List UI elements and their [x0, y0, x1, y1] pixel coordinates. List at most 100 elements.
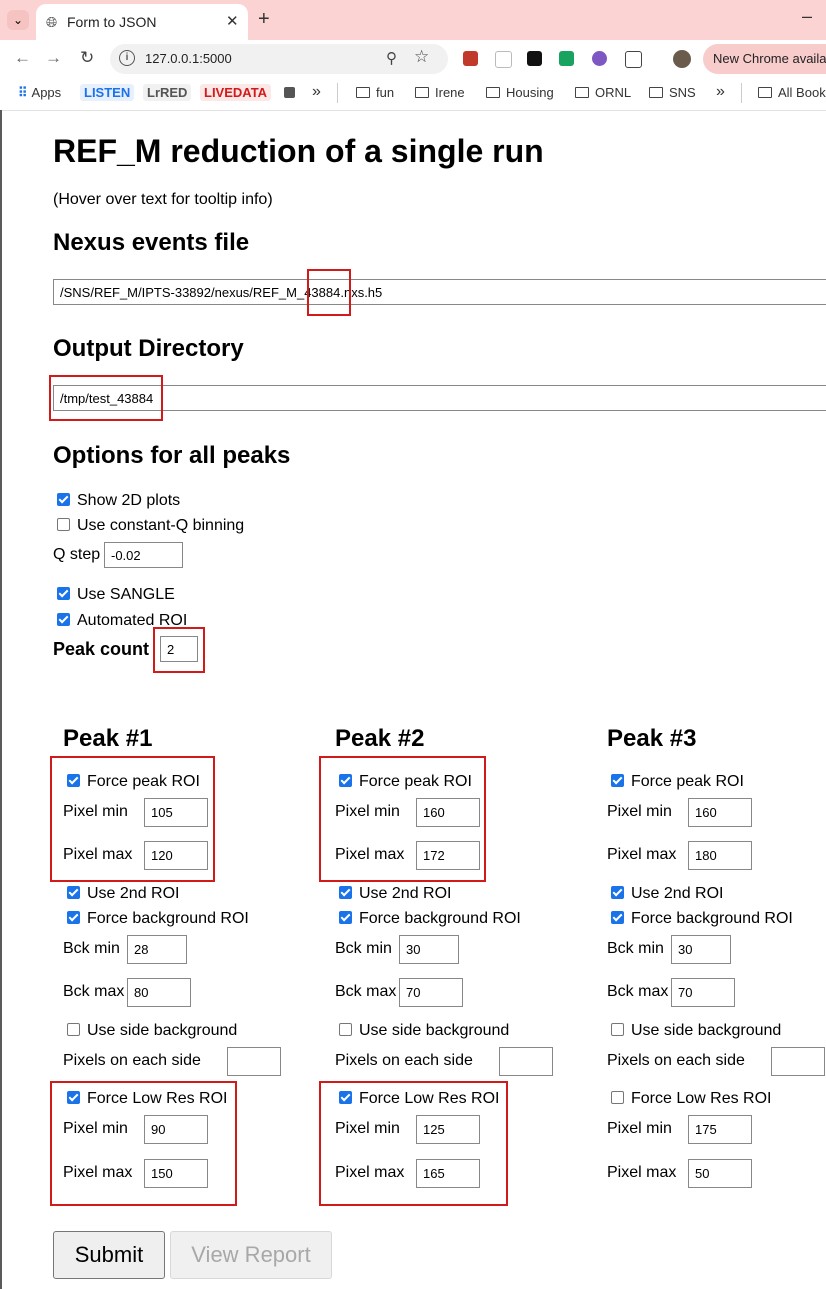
extension-doc-icon[interactable]	[495, 51, 512, 68]
address-bar[interactable]: i 127.0.0.1:5000 ⚲ ☆	[110, 44, 448, 74]
peak-3-use-2nd-checkbox[interactable]	[611, 886, 624, 899]
extension-play-icon[interactable]	[527, 51, 542, 66]
peak-2-side-pixels-input[interactable]	[499, 1047, 553, 1076]
bookmark-separator	[337, 83, 338, 103]
bookmark-lrred[interactable]: LrRED	[143, 84, 192, 101]
submit-button[interactable]: Submit	[53, 1231, 165, 1279]
constant-q-checkbox[interactable]	[57, 518, 70, 531]
view-report-button[interactable]: View Report	[170, 1231, 332, 1279]
nexus-heading: Nexus events file	[53, 229, 250, 256]
peak-3-lowres-min-input[interactable]	[688, 1115, 752, 1144]
zoom-icon[interactable]: ⚲	[386, 49, 397, 67]
peak-1-bck-min-input[interactable]	[127, 935, 187, 964]
peak-3-force-peak-label: Force peak ROI	[631, 773, 744, 790]
tab-title: Form to JSON	[67, 14, 157, 30]
peak-3-lowres-max-input[interactable]	[688, 1159, 752, 1188]
bookmark-square-icon[interactable]	[284, 87, 295, 98]
folder-icon	[575, 87, 589, 98]
bookmark-separator	[741, 83, 742, 103]
bookmark-all-bookmarks[interactable]: All Book	[758, 85, 826, 100]
peak-2-side-pixels-label: Pixels on each side	[335, 1052, 473, 1069]
peak-3-force-bck-label: Force background ROI	[631, 910, 793, 927]
peak-1-side-pixels-input[interactable]	[227, 1047, 281, 1076]
peak-1-use-2nd-checkbox[interactable]	[67, 886, 80, 899]
bookmark-listen[interactable]: LISTEN	[80, 84, 135, 101]
constant-q-label: Use constant-Q binning	[77, 517, 245, 534]
peak-2-bck-max-label: Bck max	[335, 983, 397, 1000]
folder-icon	[356, 87, 370, 98]
tab-strip: ⌄ 🌐︎ Form to JSON ✕ + –	[0, 0, 826, 40]
peak-3-side-pixels-label: Pixels on each side	[607, 1052, 745, 1069]
site-info-icon[interactable]: i	[119, 50, 135, 66]
globe-icon: 🌐︎	[46, 14, 58, 30]
extensions-puzzle-icon[interactable]	[625, 51, 642, 68]
extension-w-icon[interactable]	[559, 51, 574, 66]
minimize-button[interactable]: –	[802, 6, 812, 27]
show-2d-plots-label: Show 2D plots	[77, 492, 181, 509]
tab-search-chevron-icon[interactable]: ⌄	[7, 10, 29, 30]
bookmark-folder-ornl[interactable]: ORNL	[575, 85, 631, 100]
peak-3-bck-min-input[interactable]	[671, 935, 731, 964]
peak-3-force-peak-checkbox[interactable]	[611, 774, 624, 787]
show-2d-plots-checkbox[interactable]	[57, 493, 70, 506]
highlight-peak-2-roi	[319, 756, 486, 882]
peak-2-bck-min-input[interactable]	[399, 935, 459, 964]
peak-1-title: Peak #1	[63, 725, 153, 752]
output-directory-input[interactable]	[53, 385, 826, 411]
peak-2-side-bck-checkbox[interactable]	[339, 1023, 352, 1036]
extension-layers-icon[interactable]	[592, 51, 607, 66]
nexus-file-input[interactable]	[53, 279, 826, 305]
peak-3-pixel-min-label: Pixel min	[607, 803, 672, 820]
new-chrome-available-button[interactable]: New Chrome availa	[703, 44, 826, 74]
peak-1-bck-min-label: Bck min	[63, 940, 120, 957]
output-heading: Output Directory	[53, 335, 244, 362]
peak-2-bck-max-input[interactable]	[399, 978, 463, 1007]
peak-3-force-bck-checkbox[interactable]	[611, 911, 624, 924]
peak-1-use-2nd-label: Use 2nd ROI	[87, 885, 180, 902]
bookmarks-bar: ⠿ Apps LISTEN LrRED LIVEDATA » fun Irene …	[0, 77, 826, 111]
folder-icon	[486, 87, 500, 98]
peak-3-pixel-max-label: Pixel max	[607, 846, 677, 863]
peak-3-bck-min-label: Bck min	[607, 940, 664, 957]
peak-3-pixel-min-input[interactable]	[688, 798, 752, 827]
peak-3-side-pixels-input[interactable]	[771, 1047, 825, 1076]
peak-3-force-lowres-checkbox[interactable]	[611, 1091, 624, 1104]
q-step-label: Q step	[53, 546, 101, 563]
peak-3-bck-max-input[interactable]	[671, 978, 735, 1007]
peak-1-bck-max-input[interactable]	[127, 978, 191, 1007]
active-tab[interactable]: 🌐︎ Form to JSON ✕	[36, 4, 248, 40]
reload-icon[interactable]: ↻	[80, 48, 94, 68]
back-arrow-icon[interactable]: ←	[14, 48, 31, 68]
page-title: REF_M reduction of a single run	[53, 133, 544, 169]
bookmark-folder-irene[interactable]: Irene	[415, 85, 465, 100]
peak-2-force-bck-label: Force background ROI	[359, 910, 521, 927]
use-sangle-checkbox[interactable]	[57, 587, 70, 600]
new-tab-button[interactable]: +	[258, 8, 270, 31]
peak-1-side-bck-checkbox[interactable]	[67, 1023, 80, 1036]
bookmark-folder-fun[interactable]: fun	[356, 85, 394, 100]
bookmark-folder-housing[interactable]: Housing	[486, 85, 554, 100]
profile-avatar[interactable]	[673, 50, 691, 68]
bookmarks-overflow-icon[interactable]: »	[312, 83, 321, 101]
forward-arrow-icon[interactable]: →	[45, 48, 62, 68]
browser-toolbar: ← → ↻ i 127.0.0.1:5000 ⚲ ☆ New Chrome av…	[0, 40, 826, 77]
peak-2-use-2nd-checkbox[interactable]	[339, 886, 352, 899]
use-sangle-label: Use SANGLE	[77, 586, 175, 603]
bookmark-livedata[interactable]: LIVEDATA	[200, 84, 272, 101]
peak-2-force-bck-checkbox[interactable]	[339, 911, 352, 924]
highlight-peak-2-lowres	[319, 1081, 508, 1206]
bookmark-star-icon[interactable]: ☆	[414, 47, 429, 67]
folder-icon	[758, 87, 772, 98]
peak-2-use-2nd-label: Use 2nd ROI	[359, 885, 452, 902]
extension-red-icon[interactable]	[463, 51, 478, 66]
peak-3-pixel-max-input[interactable]	[688, 841, 752, 870]
peak-1-force-bck-checkbox[interactable]	[67, 911, 80, 924]
bookmark-apps[interactable]: ⠿ Apps	[18, 85, 61, 101]
q-step-input[interactable]	[104, 542, 183, 568]
bookmark-folder-sns[interactable]: SNS	[649, 85, 696, 100]
bookmarks-overflow-icon[interactable]: »	[716, 83, 725, 101]
tab-close-icon[interactable]: ✕	[226, 12, 239, 30]
peak-3-side-bck-checkbox[interactable]	[611, 1023, 624, 1036]
automated-roi-checkbox[interactable]	[57, 613, 70, 626]
url-text: 127.0.0.1:5000	[145, 51, 232, 66]
